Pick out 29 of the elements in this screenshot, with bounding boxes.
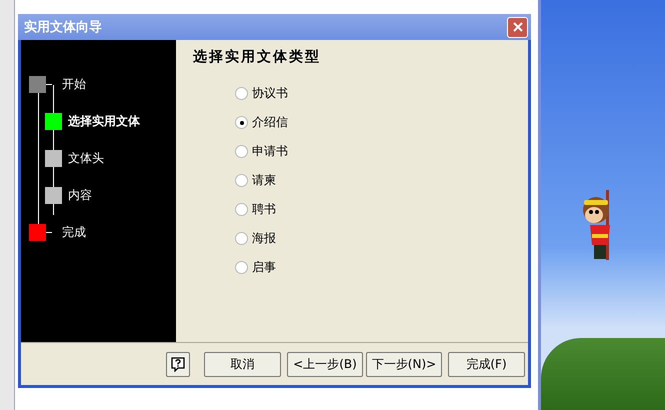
close-icon (512, 21, 524, 33)
radio-option[interactable]: 介绍信 (235, 113, 528, 132)
radio-option[interactable]: 申请书 (235, 142, 528, 161)
step-label: 文体头 (68, 150, 104, 167)
radio-button[interactable] (235, 203, 248, 216)
radio-option[interactable]: 请柬 (235, 171, 528, 190)
radio-option[interactable]: 启事 (235, 258, 528, 277)
wizard-button[interactable]: <上一步(B) (287, 352, 363, 376)
radio-button[interactable] (235, 145, 248, 158)
radio-option[interactable]: 聘书 (235, 200, 528, 219)
help-button[interactable] (166, 352, 190, 376)
wizard-button[interactable]: 下一步(N)> (366, 352, 442, 376)
step-label: 内容 (68, 187, 92, 204)
radio-button[interactable] (235, 174, 248, 187)
radio-button[interactable] (235, 116, 248, 129)
help-icon (171, 356, 185, 372)
close-button[interactable] (507, 16, 528, 38)
radio-option[interactable]: 海报 (235, 229, 528, 248)
wizard-button[interactable]: 取消 (204, 352, 281, 376)
radio-button[interactable] (235, 261, 248, 274)
radio-button[interactable] (235, 87, 248, 100)
window-title: 实用文体向导 (24, 18, 102, 36)
radio-button[interactable] (235, 232, 248, 245)
radio-option[interactable]: 协议书 (235, 84, 528, 103)
step-label: 选择实用文体 (68, 113, 140, 130)
wizard-button[interactable]: 完成(F) (448, 352, 525, 376)
page-heading: 选择实用文体类型 (193, 48, 322, 66)
step-label: 开始 (62, 76, 86, 93)
step-label: 完成 (62, 224, 86, 241)
